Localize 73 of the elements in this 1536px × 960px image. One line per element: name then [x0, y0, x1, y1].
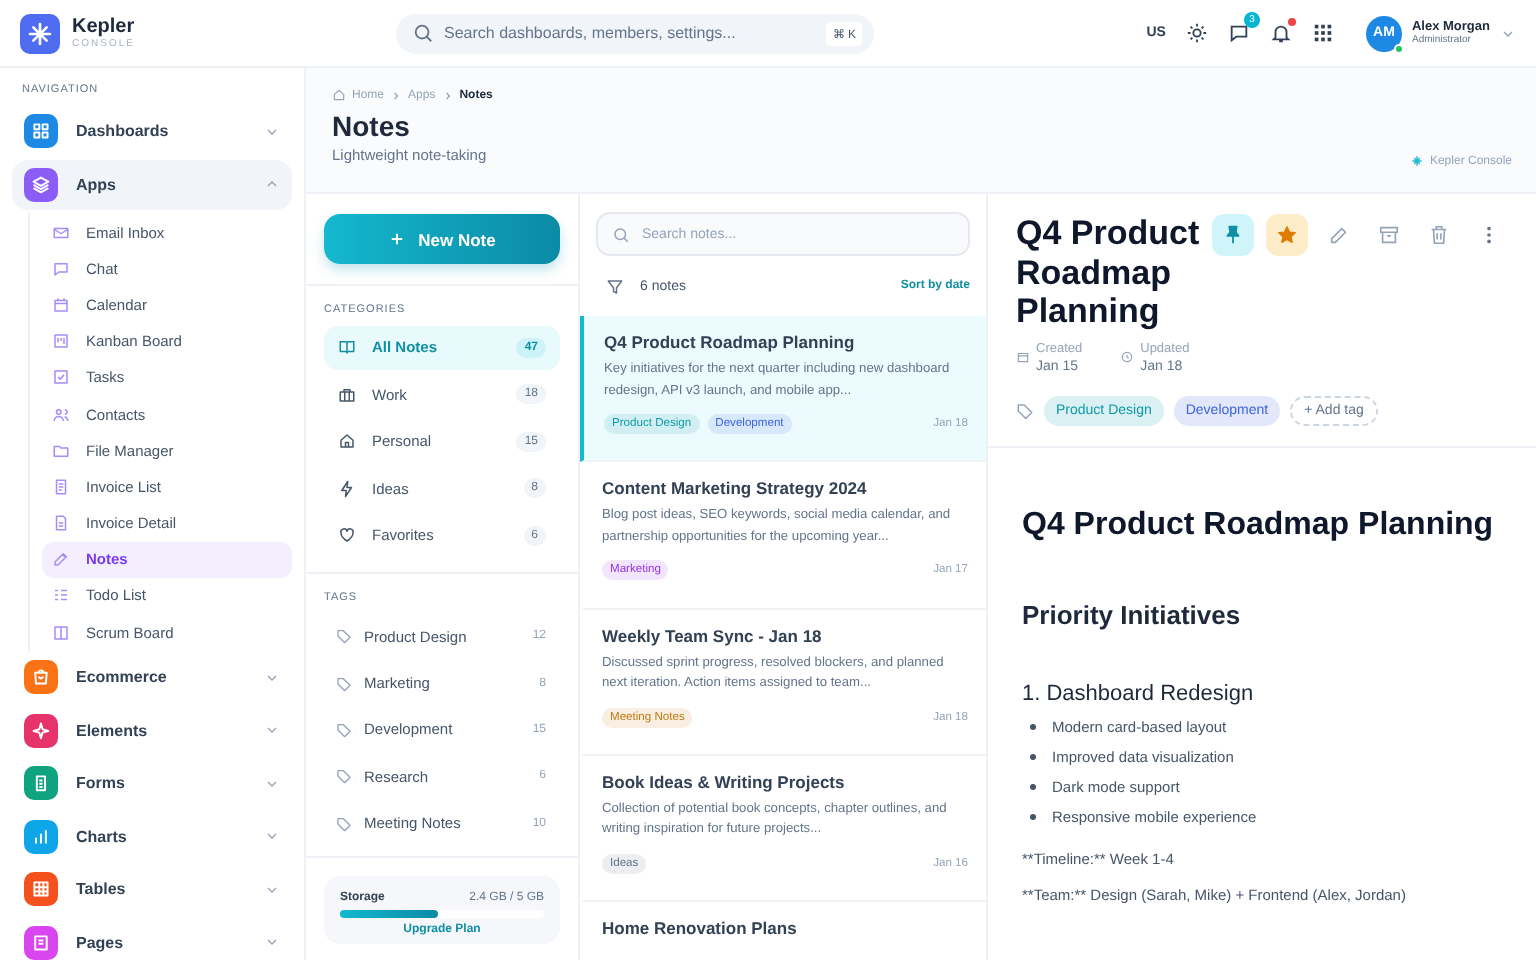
nav-subitem-icon	[52, 623, 70, 642]
trash-icon[interactable]	[1428, 224, 1450, 246]
nav-subitem-icon	[52, 295, 70, 314]
pin-icon	[1222, 224, 1244, 246]
search-icon	[412, 22, 434, 44]
nav-subitem-icon	[52, 441, 70, 460]
note-card[interactable]: Home Renovation Plans	[580, 902, 986, 960]
star-icon	[1276, 224, 1298, 246]
nav-icon	[24, 766, 58, 801]
nav-item[interactable]: Pages	[12, 917, 292, 960]
tag-icon	[336, 628, 352, 645]
nav-item[interactable]: Dashboards	[12, 106, 292, 156]
tag-icon	[336, 815, 352, 832]
nav-item[interactable]: Tables	[12, 864, 292, 915]
search-icon	[612, 225, 630, 243]
nav-icon	[24, 114, 58, 148]
filter-icon[interactable]	[606, 277, 624, 295]
nav-icon	[24, 872, 58, 907]
nav-icon	[24, 713, 58, 748]
chevron-up-icon	[264, 176, 280, 192]
nav-icon	[24, 819, 58, 854]
note-title: Book Ideas & Writing Projects	[602, 771, 847, 792]
nav-item[interactable]: Apps	[12, 159, 292, 209]
bell-icon[interactable]	[1269, 22, 1292, 44]
chat-icon[interactable]	[1227, 22, 1250, 44]
apps-grid-icon[interactable]	[1311, 22, 1334, 44]
nav-subitem-icon	[52, 550, 70, 569]
category-icon	[338, 338, 356, 357]
pin-button[interactable]	[1212, 214, 1254, 256]
archive-icon[interactable]	[1378, 224, 1400, 246]
content-heading: Q4 Product Roadmap Planning	[1022, 505, 1494, 545]
nav-subitem-icon	[52, 477, 70, 496]
note-title: Home Renovation Plans	[602, 918, 799, 939]
tag-icon	[336, 768, 352, 785]
edit-icon[interactable]	[1328, 224, 1350, 246]
content-subheading: Priority Initiatives	[1022, 599, 1241, 629]
nav-icon	[24, 167, 58, 201]
home-icon	[332, 88, 346, 102]
star-button[interactable]	[1266, 214, 1308, 256]
content-subheading: 1. Dashboard Redesign	[1022, 681, 1254, 705]
category-icon	[338, 385, 356, 404]
category-icon	[338, 526, 356, 545]
category-icon	[338, 479, 356, 498]
note-title: Q4 Product Roadmap Planning	[604, 332, 857, 352]
clock-icon	[1120, 350, 1135, 364]
note-title: Content Marketing Strategy 2024	[602, 478, 869, 499]
note-title: Q4 Product Roadmap Planning	[1016, 214, 1200, 331]
nav-subitem-icon	[52, 223, 70, 242]
nav-item[interactable]: Ecommerce	[12, 652, 292, 703]
logo-icon	[20, 13, 60, 53]
nav-subitem-icon	[52, 368, 70, 387]
plus-icon	[388, 230, 407, 248]
nav-item[interactable]: Charts	[12, 811, 292, 862]
tag-icon	[336, 721, 352, 738]
tag-icon	[336, 675, 352, 692]
nav-item[interactable]: Elements	[12, 705, 292, 756]
page-title: Notes	[332, 110, 412, 142]
category-icon	[338, 432, 356, 451]
chevron-right-icon	[441, 89, 454, 101]
nav-subitem-icon	[52, 332, 70, 351]
sun-icon[interactable]	[1185, 22, 1208, 44]
nav-subitem-icon	[52, 259, 70, 278]
nav-subitem-icon	[52, 405, 70, 424]
nav-subitem-icon	[52, 586, 70, 605]
nav-icon	[24, 660, 58, 695]
tag-icon	[1016, 401, 1034, 419]
sparkle-icon	[1409, 154, 1424, 168]
chevron-right-icon	[390, 89, 403, 101]
brand-name: Kepler	[72, 16, 135, 38]
note-title: Weekly Team Sync - Jan 18	[602, 625, 824, 646]
calendar-icon	[1016, 350, 1030, 364]
nav-item[interactable]: Forms	[12, 758, 292, 809]
nav-subitem-icon	[52, 514, 70, 533]
